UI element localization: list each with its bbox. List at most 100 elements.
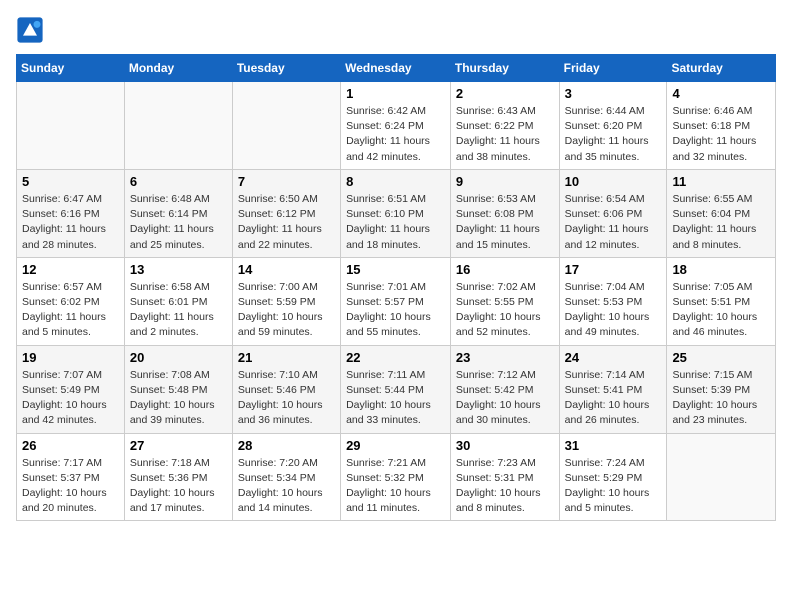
- day-number: 11: [672, 174, 770, 189]
- calendar-week-row: 12Sunrise: 6:57 AM Sunset: 6:02 PM Dayli…: [17, 257, 776, 345]
- weekday-header: Friday: [559, 55, 667, 82]
- day-number: 23: [456, 350, 554, 365]
- day-number: 8: [346, 174, 445, 189]
- day-info: Sunrise: 7:23 AM Sunset: 5:31 PM Dayligh…: [456, 456, 554, 517]
- calendar-cell: 29 Sunrise: 7:21 AM Sunset: 5:32 PM Dayli…: [341, 433, 451, 521]
- day-info: Sunrise: 7:08 AM Sunset: 5:48 PM Dayligh…: [130, 368, 227, 429]
- calendar-cell: 26Sunrise: 7:17 AM Sunset: 5:37 PM Dayli…: [17, 433, 125, 521]
- day-info: Sunrise: 7:02 AM Sunset: 5:55 PM Dayligh…: [456, 280, 554, 341]
- calendar-cell: 2 Sunrise: 6:43 AM Sunset: 6:22 PM Daylig…: [450, 82, 559, 170]
- calendar-cell: 5 Sunrise: 6:47 AM Sunset: 6:16 PM Daylig…: [17, 169, 125, 257]
- calendar-cell: 28 Sunrise: 7:20 AM Sunset: 5:34 PM Dayli…: [232, 433, 340, 521]
- day-info: Sunrise: 6:43 AM Sunset: 6:22 PM Dayligh…: [456, 104, 554, 165]
- day-info: Sunrise: 7:11 AM Sunset: 5:44 PM Dayligh…: [346, 368, 445, 429]
- calendar-cell: 31 Sunrise: 7:24 AM Sunset: 5:29 PM Dayli…: [559, 433, 667, 521]
- day-info: Sunrise: 6:57 AM Sunset: 6:02 PM Dayligh…: [22, 280, 119, 341]
- weekday-header: Tuesday: [232, 55, 340, 82]
- day-info: Sunrise: 7:24 AM Sunset: 5:29 PM Dayligh…: [565, 456, 662, 517]
- day-info: Sunrise: 6:46 AM Sunset: 6:18 PM Dayligh…: [672, 104, 770, 165]
- calendar-cell: 10 Sunrise: 6:54 AM Sunset: 6:06 PM Dayli…: [559, 169, 667, 257]
- calendar-cell: 8 Sunrise: 6:51 AM Sunset: 6:10 PM Daylig…: [341, 169, 451, 257]
- calendar-cell: 20 Sunrise: 7:08 AM Sunset: 5:48 PM Dayli…: [124, 345, 232, 433]
- day-number: 31: [565, 438, 662, 453]
- calendar-cell: 16 Sunrise: 7:02 AM Sunset: 5:55 PM Dayli…: [450, 257, 559, 345]
- day-number: 16: [456, 262, 554, 277]
- day-info: Sunrise: 7:18 AM Sunset: 5:36 PM Dayligh…: [130, 456, 227, 517]
- day-number: 15: [346, 262, 445, 277]
- calendar-cell: 13 Sunrise: 6:58 AM Sunset: 6:01 PM Dayli…: [124, 257, 232, 345]
- calendar-cell: 12Sunrise: 6:57 AM Sunset: 6:02 PM Dayli…: [17, 257, 125, 345]
- weekday-header: Monday: [124, 55, 232, 82]
- calendar-week-row: 19Sunrise: 7:07 AM Sunset: 5:49 PM Dayli…: [17, 345, 776, 433]
- day-number: 24: [565, 350, 662, 365]
- calendar-cell: 4 Sunrise: 6:46 AM Sunset: 6:18 PM Daylig…: [667, 82, 776, 170]
- calendar-cell: 1 Sunrise: 6:42 AM Sunset: 6:24 PM Daylig…: [341, 82, 451, 170]
- day-info: Sunrise: 7:12 AM Sunset: 5:42 PM Dayligh…: [456, 368, 554, 429]
- day-number: 4: [672, 86, 770, 101]
- calendar-week-row: 1 Sunrise: 6:42 AM Sunset: 6:24 PM Daylig…: [17, 82, 776, 170]
- day-number: 1: [346, 86, 445, 101]
- day-info: Sunrise: 7:07 AM Sunset: 5:49 PM Dayligh…: [22, 368, 119, 429]
- day-number: 2: [456, 86, 554, 101]
- day-number: 9: [456, 174, 554, 189]
- calendar-cell: 18 Sunrise: 7:05 AM Sunset: 5:51 PM Dayli…: [667, 257, 776, 345]
- day-info: Sunrise: 7:15 AM Sunset: 5:39 PM Dayligh…: [672, 368, 770, 429]
- calendar-table: SundayMondayTuesdayWednesdayThursdayFrid…: [16, 54, 776, 521]
- day-number: 18: [672, 262, 770, 277]
- day-info: Sunrise: 7:00 AM Sunset: 5:59 PM Dayligh…: [238, 280, 335, 341]
- day-number: 10: [565, 174, 662, 189]
- day-info: Sunrise: 6:50 AM Sunset: 6:12 PM Dayligh…: [238, 192, 335, 253]
- day-number: 27: [130, 438, 227, 453]
- calendar-header: SundayMondayTuesdayWednesdayThursdayFrid…: [17, 55, 776, 82]
- day-info: Sunrise: 6:42 AM Sunset: 6:24 PM Dayligh…: [346, 104, 445, 165]
- calendar-week-row: 5 Sunrise: 6:47 AM Sunset: 6:16 PM Daylig…: [17, 169, 776, 257]
- calendar-cell: 25 Sunrise: 7:15 AM Sunset: 5:39 PM Dayli…: [667, 345, 776, 433]
- day-number: 29: [346, 438, 445, 453]
- calendar-cell: [124, 82, 232, 170]
- day-info: Sunrise: 7:20 AM Sunset: 5:34 PM Dayligh…: [238, 456, 335, 517]
- day-info: Sunrise: 6:48 AM Sunset: 6:14 PM Dayligh…: [130, 192, 227, 253]
- logo-icon: [16, 16, 44, 44]
- day-number: 21: [238, 350, 335, 365]
- header: [16, 16, 776, 44]
- day-info: Sunrise: 6:44 AM Sunset: 6:20 PM Dayligh…: [565, 104, 662, 165]
- calendar-cell: 24 Sunrise: 7:14 AM Sunset: 5:41 PM Dayli…: [559, 345, 667, 433]
- day-info: Sunrise: 7:10 AM Sunset: 5:46 PM Dayligh…: [238, 368, 335, 429]
- calendar-cell: 27 Sunrise: 7:18 AM Sunset: 5:36 PM Dayli…: [124, 433, 232, 521]
- day-info: Sunrise: 6:58 AM Sunset: 6:01 PM Dayligh…: [130, 280, 227, 341]
- calendar-cell: 11 Sunrise: 6:55 AM Sunset: 6:04 PM Dayli…: [667, 169, 776, 257]
- day-number: 22: [346, 350, 445, 365]
- day-info: Sunrise: 7:05 AM Sunset: 5:51 PM Dayligh…: [672, 280, 770, 341]
- day-info: Sunrise: 7:14 AM Sunset: 5:41 PM Dayligh…: [565, 368, 662, 429]
- calendar-cell: 22 Sunrise: 7:11 AM Sunset: 5:44 PM Dayli…: [341, 345, 451, 433]
- day-number: 7: [238, 174, 335, 189]
- day-info: Sunrise: 7:21 AM Sunset: 5:32 PM Dayligh…: [346, 456, 445, 517]
- weekday-header: Wednesday: [341, 55, 451, 82]
- day-number: 13: [130, 262, 227, 277]
- day-info: Sunrise: 7:04 AM Sunset: 5:53 PM Dayligh…: [565, 280, 662, 341]
- calendar-cell: 6Sunrise: 6:48 AM Sunset: 6:14 PM Daylig…: [124, 169, 232, 257]
- day-number: 20: [130, 350, 227, 365]
- calendar-week-row: 26Sunrise: 7:17 AM Sunset: 5:37 PM Dayli…: [17, 433, 776, 521]
- day-info: Sunrise: 6:55 AM Sunset: 6:04 PM Dayligh…: [672, 192, 770, 253]
- calendar-cell: [232, 82, 340, 170]
- calendar-cell: 3 Sunrise: 6:44 AM Sunset: 6:20 PM Daylig…: [559, 82, 667, 170]
- calendar-cell: 7 Sunrise: 6:50 AM Sunset: 6:12 PM Daylig…: [232, 169, 340, 257]
- day-info: Sunrise: 6:51 AM Sunset: 6:10 PM Dayligh…: [346, 192, 445, 253]
- calendar-cell: [667, 433, 776, 521]
- day-number: 14: [238, 262, 335, 277]
- day-info: Sunrise: 7:17 AM Sunset: 5:37 PM Dayligh…: [22, 456, 119, 517]
- weekday-header: Saturday: [667, 55, 776, 82]
- calendar-cell: 23 Sunrise: 7:12 AM Sunset: 5:42 PM Dayli…: [450, 345, 559, 433]
- day-info: Sunrise: 6:54 AM Sunset: 6:06 PM Dayligh…: [565, 192, 662, 253]
- calendar-cell: 30 Sunrise: 7:23 AM Sunset: 5:31 PM Dayli…: [450, 433, 559, 521]
- calendar-cell: 17Sunrise: 7:04 AM Sunset: 5:53 PM Dayli…: [559, 257, 667, 345]
- day-number: 25: [672, 350, 770, 365]
- day-number: 28: [238, 438, 335, 453]
- day-info: Sunrise: 6:47 AM Sunset: 6:16 PM Dayligh…: [22, 192, 119, 253]
- day-number: 3: [565, 86, 662, 101]
- day-info: Sunrise: 6:53 AM Sunset: 6:08 PM Dayligh…: [456, 192, 554, 253]
- weekday-header: Sunday: [17, 55, 125, 82]
- day-number: 30: [456, 438, 554, 453]
- day-number: 5: [22, 174, 119, 189]
